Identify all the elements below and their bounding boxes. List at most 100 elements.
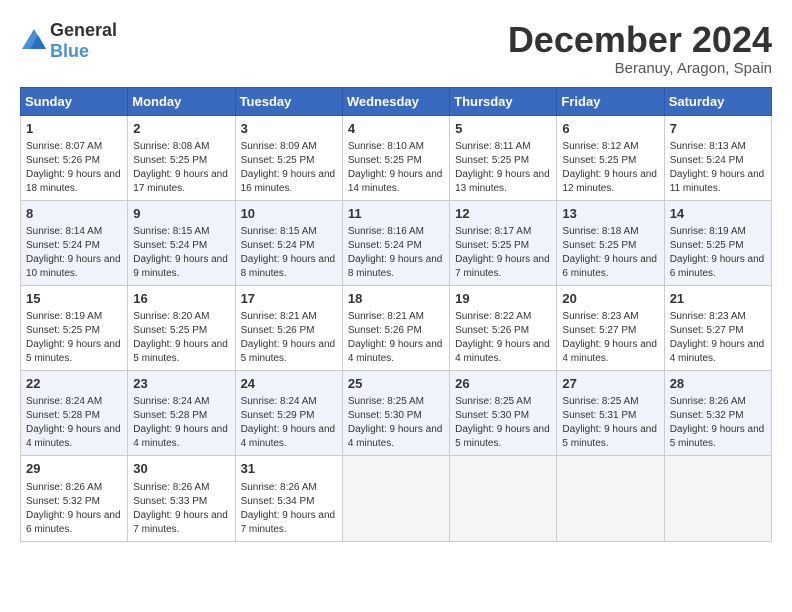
calendar-cell: 21Sunrise: 8:23 AMSunset: 5:27 PMDayligh… <box>664 285 771 370</box>
day-number: 23 <box>133 375 229 393</box>
month-title: December 2024 <box>508 20 772 60</box>
sunset-label: Sunset: 5:26 PM <box>348 325 422 336</box>
sunset-label: Sunset: 5:28 PM <box>26 410 100 421</box>
sunset-label: Sunset: 5:25 PM <box>133 155 207 166</box>
daylight-label: Daylight: 9 hours and 4 minutes. <box>26 424 121 449</box>
calendar-cell: 17Sunrise: 8:21 AMSunset: 5:26 PMDayligh… <box>235 285 342 370</box>
day-number: 11 <box>348 205 444 223</box>
daylight-label: Daylight: 9 hours and 5 minutes. <box>241 339 336 364</box>
sunrise-label: Sunrise: 8:15 AM <box>133 226 209 237</box>
calendar-cell: 6Sunrise: 8:12 AMSunset: 5:25 PMDaylight… <box>557 115 664 200</box>
day-number: 14 <box>670 205 766 223</box>
daylight-label: Daylight: 9 hours and 6 minutes. <box>562 254 657 279</box>
calendar-cell: 16Sunrise: 8:20 AMSunset: 5:25 PMDayligh… <box>128 285 235 370</box>
day-number: 10 <box>241 205 337 223</box>
sunset-label: Sunset: 5:26 PM <box>455 325 529 336</box>
sunrise-label: Sunrise: 8:26 AM <box>670 396 746 407</box>
calendar-cell <box>450 456 557 541</box>
daylight-label: Daylight: 9 hours and 5 minutes. <box>562 424 657 449</box>
daylight-label: Daylight: 9 hours and 4 minutes. <box>455 339 550 364</box>
sunrise-label: Sunrise: 8:10 AM <box>348 141 424 152</box>
daylight-label: Daylight: 9 hours and 17 minutes. <box>133 169 228 194</box>
daylight-label: Daylight: 9 hours and 12 minutes. <box>562 169 657 194</box>
day-number: 26 <box>455 375 551 393</box>
day-number: 27 <box>562 375 658 393</box>
daylight-label: Daylight: 9 hours and 5 minutes. <box>670 424 765 449</box>
daylight-label: Daylight: 9 hours and 4 minutes. <box>348 339 443 364</box>
sunset-label: Sunset: 5:27 PM <box>670 325 744 336</box>
calendar-cell: 5Sunrise: 8:11 AMSunset: 5:25 PMDaylight… <box>450 115 557 200</box>
day-number: 13 <box>562 205 658 223</box>
sunset-label: Sunset: 5:25 PM <box>562 240 636 251</box>
daylight-label: Daylight: 9 hours and 10 minutes. <box>26 254 121 279</box>
day-number: 5 <box>455 120 551 138</box>
sunrise-label: Sunrise: 8:12 AM <box>562 141 638 152</box>
calendar-cell: 24Sunrise: 8:24 AMSunset: 5:29 PMDayligh… <box>235 371 342 456</box>
sunrise-label: Sunrise: 8:07 AM <box>26 141 102 152</box>
sunrise-label: Sunrise: 8:21 AM <box>241 311 317 322</box>
sunset-label: Sunset: 5:25 PM <box>455 240 529 251</box>
daylight-label: Daylight: 9 hours and 8 minutes. <box>348 254 443 279</box>
calendar-cell: 12Sunrise: 8:17 AMSunset: 5:25 PMDayligh… <box>450 200 557 285</box>
day-number: 6 <box>562 120 658 138</box>
header-wednesday: Wednesday <box>342 87 449 115</box>
sunrise-label: Sunrise: 8:20 AM <box>133 311 209 322</box>
calendar-cell: 10 Sunrise: 8:15 AM Sunset: 5:24 PM Dayligh… <box>235 200 342 285</box>
calendar-cell: 23Sunrise: 8:24 AMSunset: 5:28 PMDayligh… <box>128 371 235 456</box>
sunrise-label: Sunrise: 8:24 AM <box>241 396 317 407</box>
sunrise-label: Sunrise: 8:11 AM <box>455 141 530 152</box>
day-number: 31 <box>241 460 337 478</box>
daylight-label: Daylight: 9 hours and 11 minutes. <box>670 169 765 194</box>
sunset-label: Sunset: 5:32 PM <box>670 410 744 421</box>
calendar-week-row: 1Sunrise: 8:07 AMSunset: 5:26 PMDaylight… <box>21 115 772 200</box>
sunset-label: Sunset: 5:25 PM <box>241 155 315 166</box>
title-block: December 2024 Beranuy, Aragon, Spain <box>508 20 772 77</box>
sunrise-label: Sunrise: 8:14 AM <box>26 226 102 237</box>
calendar-cell: 2Sunrise: 8:08 AMSunset: 5:25 PMDaylight… <box>128 115 235 200</box>
daylight-label: Daylight: 9 hours and 4 minutes. <box>348 424 443 449</box>
calendar-week-row: 8Sunrise: 8:14 AMSunset: 5:24 PMDaylight… <box>21 200 772 285</box>
sunrise-label: Sunrise: 8:25 AM <box>455 396 531 407</box>
day-number: 4 <box>348 120 444 138</box>
sunrise-label: Sunrise: 8:24 AM <box>133 396 209 407</box>
sunset-label: Sunset: 5:25 PM <box>670 240 744 251</box>
calendar-cell: 8Sunrise: 8:14 AMSunset: 5:24 PMDaylight… <box>21 200 128 285</box>
sunset-label: Sunset: 5:24 PM <box>241 240 315 251</box>
header-monday: Monday <box>128 87 235 115</box>
day-number: 22 <box>26 375 122 393</box>
calendar-week-row: 15 Sunrise: 8:19 AM Sunset: 5:25 PM Dayligh… <box>21 285 772 370</box>
day-number: 20 <box>562 290 658 308</box>
day-number: 9 <box>133 205 229 223</box>
daylight-label: Daylight: 9 hours and 5 minutes. <box>133 339 228 364</box>
sunset-label: Sunset: 5:26 PM <box>241 325 315 336</box>
day-number: 21 <box>670 290 766 308</box>
daylight-label: Daylight: 9 hours and 14 minutes. <box>348 169 443 194</box>
sunset-label: Sunset: 5:34 PM <box>241 496 315 507</box>
logo-general-text: General <box>50 20 117 40</box>
sunset-label: Sunset: 5:25 PM <box>348 155 422 166</box>
day-number: 15 <box>26 290 122 308</box>
header-thursday: Thursday <box>450 87 557 115</box>
daylight-label: Daylight: 9 hours and 8 minutes. <box>241 254 336 279</box>
calendar-cell: 25Sunrise: 8:25 AMSunset: 5:30 PMDayligh… <box>342 371 449 456</box>
sunrise-label: Sunrise: 8:15 AM <box>241 226 317 237</box>
calendar-cell: 7Sunrise: 8:13 AMSunset: 5:24 PMDaylight… <box>664 115 771 200</box>
calendar-cell <box>664 456 771 541</box>
sunset-label: Sunset: 5:30 PM <box>348 410 422 421</box>
sunset-label: Sunset: 5:24 PM <box>133 240 207 251</box>
sunrise-label: Sunrise: 8:09 AM <box>241 141 317 152</box>
day-number: 18 <box>348 290 444 308</box>
location: Beranuy, Aragon, Spain <box>508 60 772 77</box>
sunrise-label: Sunrise: 8:19 AM <box>26 311 102 322</box>
day-number: 25 <box>348 375 444 393</box>
logo-icon <box>20 27 48 55</box>
header-friday: Friday <box>557 87 664 115</box>
sunrise-label: Sunrise: 8:17 AM <box>455 226 531 237</box>
sunset-label: Sunset: 5:25 PM <box>133 325 207 336</box>
daylight-label: Daylight: 9 hours and 4 minutes. <box>670 339 765 364</box>
sunrise-label: Sunrise: 8:26 AM <box>241 482 317 493</box>
calendar-cell: 14Sunrise: 8:19 AMSunset: 5:25 PMDayligh… <box>664 200 771 285</box>
calendar-week-row: 29Sunrise: 8:26 AMSunset: 5:32 PMDayligh… <box>21 456 772 541</box>
sunrise-label: Sunrise: 8:24 AM <box>26 396 102 407</box>
page-header: General Blue December 2024 Beranuy, Arag… <box>20 20 772 77</box>
